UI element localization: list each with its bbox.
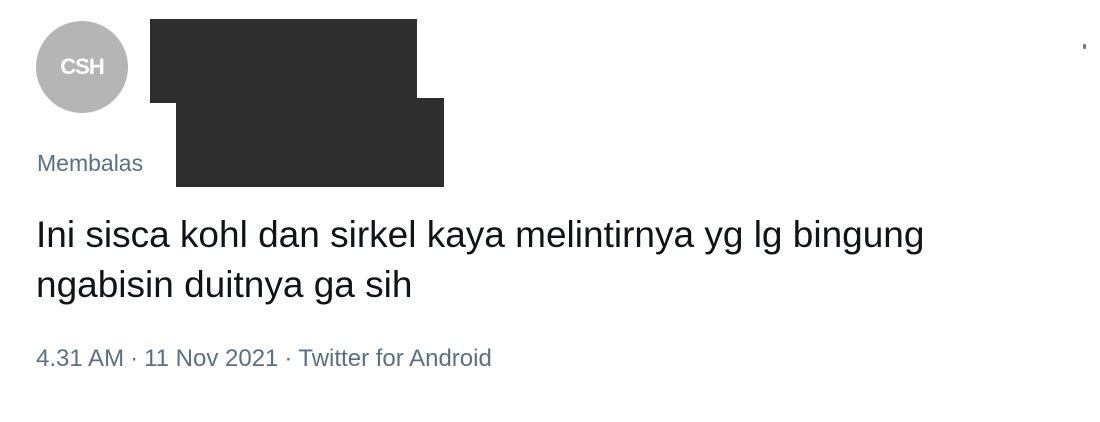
tweet-meta: 4.31 AM · 11 Nov 2021 · Twitter for Android [36, 345, 492, 373]
reply-context: Membalas [37, 150, 143, 177]
avatar-initials: CSH [60, 54, 104, 79]
tweet-time[interactable]: 4.31 AM [36, 345, 124, 372]
meta-separator: · [130, 345, 139, 372]
meta-separator: · [284, 345, 293, 372]
tweet-text-line-1: Ini sisca kohl dan sirkel kaya melintirn… [36, 214, 925, 255]
redacted-user-name [150, 19, 417, 103]
tweet-date[interactable]: 11 Nov 2021 [144, 345, 278, 372]
tweet-text: Ini sisca kohl dan sirkel kaya melintirn… [36, 210, 1096, 310]
tweet-text-line-2: ngabisin duitnya ga sih [36, 264, 413, 305]
reply-prefix: Membalas [37, 150, 144, 176]
avatar[interactable]: CSH [36, 21, 128, 113]
redacted-reply-handle [176, 98, 444, 187]
tweet-source[interactable]: Twitter for Android [298, 345, 491, 372]
more-options-icon[interactable] [1083, 44, 1086, 49]
